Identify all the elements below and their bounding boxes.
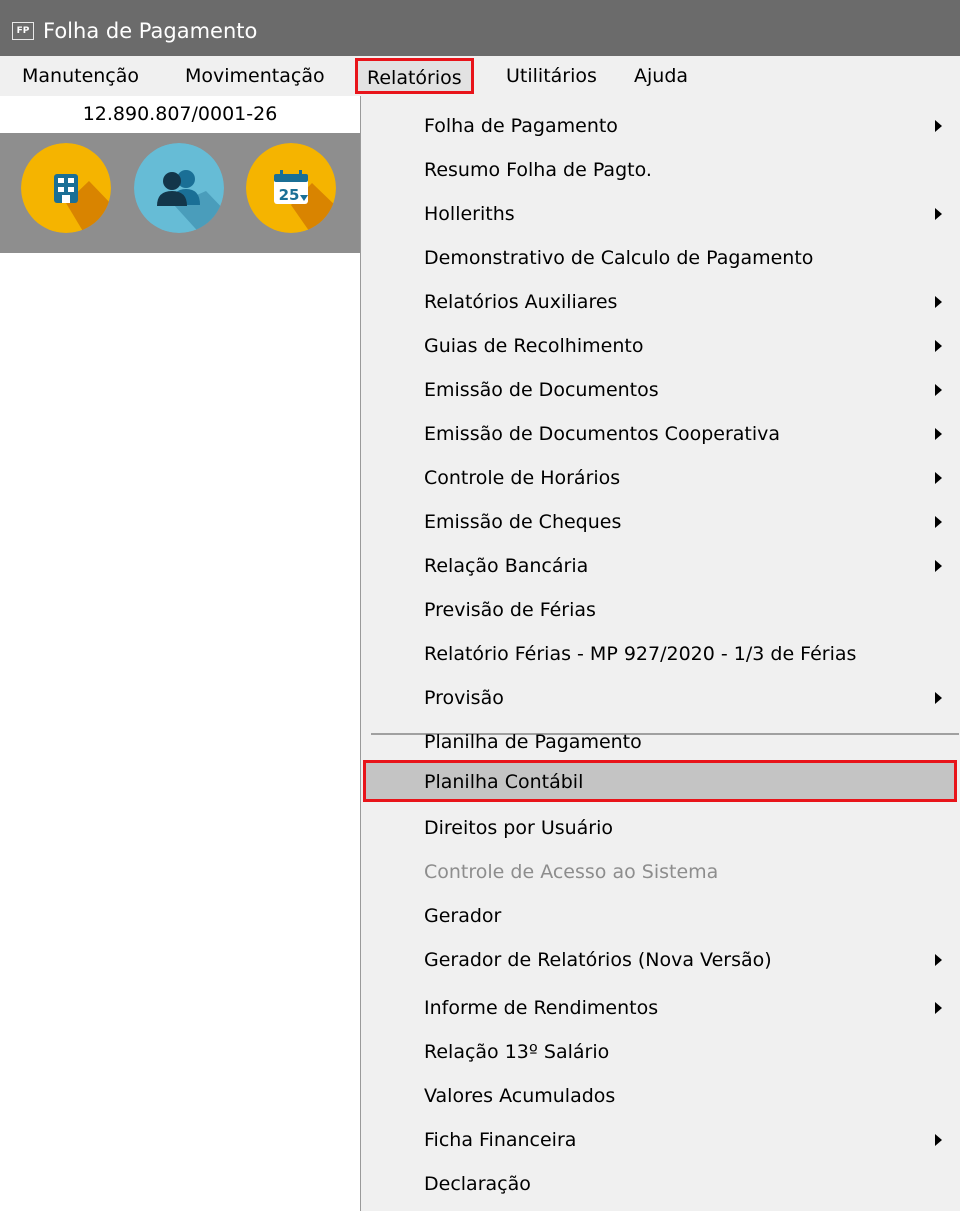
submenu-arrow-icon — [935, 384, 942, 396]
submenu-arrow-icon — [935, 296, 942, 308]
menu-item-ficha-financeira[interactable]: Ficha Financeira — [361, 1118, 960, 1162]
menu-item-guias-de-recolhimento[interactable]: Guias de Recolhimento — [361, 324, 960, 368]
window-title: Folha de Pagamento — [43, 19, 258, 43]
menu-item-label: Controle de Acesso ao Sistema — [424, 861, 719, 883]
submenu-arrow-icon — [935, 516, 942, 528]
submenu-arrow-icon — [935, 1134, 942, 1146]
menu-item-label: Provisão — [424, 687, 504, 709]
menu-item-relatorios-auxiliares[interactable]: Relatórios Auxiliares — [361, 280, 960, 324]
submenu-arrow-icon — [935, 340, 942, 352]
menu-item-label: Relatório Férias - MP 927/2020 - 1/3 de … — [424, 643, 857, 665]
menu-bar: Manutenção Movimentação Relatórios Utili… — [0, 56, 960, 96]
menu-manutencao[interactable]: Manutenção — [22, 56, 139, 96]
menu-item-previsao-de-ferias[interactable]: Previsão de Férias — [361, 588, 960, 632]
menu-item-direitos-por-usuario[interactable]: Direitos por Usuário — [361, 806, 960, 850]
menu-item-controle-de-acesso-ao-sistema: Controle de Acesso ao Sistema — [361, 850, 960, 894]
menu-item-relatorio-ferias-mp-927-2020-1-3-de-ferias[interactable]: Relatório Férias - MP 927/2020 - 1/3 de … — [361, 632, 960, 676]
submenu-arrow-icon — [935, 428, 942, 440]
menu-item-relacao-bancaria[interactable]: Relação Bancária — [361, 544, 960, 588]
calendar-button[interactable]: 25 — [246, 143, 336, 233]
app-icon: FP — [12, 22, 34, 40]
submenu-arrow-icon — [935, 120, 942, 132]
menu-item-label: Controle de Horários — [424, 467, 621, 489]
calendar-icon: 25 — [246, 143, 336, 233]
menu-item-label: Planilha de Pagamento — [424, 731, 642, 753]
menu-item-holleriths[interactable]: Holleriths — [361, 192, 960, 236]
menu-item-controle-de-horarios[interactable]: Controle de Horários — [361, 456, 960, 500]
employees-button[interactable] — [134, 143, 224, 233]
menu-item-relacao-13-salario[interactable]: Relação 13º Salário — [361, 1030, 960, 1074]
submenu-arrow-icon — [935, 560, 942, 572]
submenu-arrow-icon — [935, 472, 942, 484]
menu-item-label: Resumo Folha de Pagto. — [424, 159, 652, 181]
menu-ajuda[interactable]: Ajuda — [634, 56, 688, 96]
menu-item-declaracao[interactable]: Declaração — [361, 1162, 960, 1206]
menu-item-valores-acumulados[interactable]: Valores Acumulados — [361, 1074, 960, 1118]
menu-item-label: Previsão de Férias — [424, 599, 596, 621]
relatorios-dropdown: Folha de Pagamento Resumo Folha de Pagto.… — [360, 96, 960, 1211]
menu-item-label: Emissão de Cheques — [424, 511, 622, 533]
menu-item-folha-de-pagamento[interactable]: Folha de Pagamento — [361, 104, 960, 148]
menu-item-label: Gerador de Relatórios (Nova Versão) — [424, 949, 772, 971]
menu-item-label: Guias de Recolhimento — [424, 335, 644, 357]
shortcut-toolbar: 25 — [0, 133, 360, 253]
menu-item-label: Relatórios Auxiliares — [424, 291, 618, 313]
company-cnpj: 12.890.807/0001-26 — [0, 96, 360, 133]
title-bar: FP Folha de Pagamento — [0, 0, 960, 56]
menu-item-label: Emissão de Documentos — [424, 379, 659, 401]
menu-item-emissao-de-documentos[interactable]: Emissão de Documentos — [361, 368, 960, 412]
menu-item-label: Gerador — [424, 905, 502, 927]
menu-utilitarios[interactable]: Utilitários — [506, 56, 597, 96]
menu-item-demonstrativo-de-calculo-de-pagamento[interactable]: Demonstrativo de Calculo de Pagamento — [361, 236, 960, 280]
menu-item-gerador[interactable]: Gerador — [361, 894, 960, 938]
company-button[interactable] — [21, 143, 111, 233]
menu-item-label: Informe de Rendimentos — [424, 997, 659, 1019]
submenu-arrow-icon — [935, 692, 942, 704]
menu-item-resumo-folha-de-pagto[interactable]: Resumo Folha de Pagto. — [361, 148, 960, 192]
submenu-arrow-icon — [935, 1002, 942, 1014]
menu-item-planilha-de-pagamento[interactable]: Planilha de Pagamento — [361, 720, 960, 764]
menu-item-label: Ficha Financeira — [424, 1129, 577, 1151]
menu-relatorios[interactable]: Relatórios — [355, 58, 474, 94]
menu-item-label: Declaração — [424, 1173, 531, 1195]
menu-item-informe-de-rendimentos[interactable]: Informe de Rendimentos — [361, 986, 960, 1030]
menu-movimentacao[interactable]: Movimentação — [185, 56, 325, 96]
calendar-day: 25 — [279, 186, 300, 204]
menu-item-provisao[interactable]: Provisão — [361, 676, 960, 720]
menu-item-label: Valores Acumulados — [424, 1085, 616, 1107]
menu-item-gerador-de-relatorios-nova-versao[interactable]: Gerador de Relatórios (Nova Versão) — [361, 938, 960, 982]
users-icon — [134, 143, 224, 233]
submenu-arrow-icon — [935, 208, 942, 220]
menu-item-label: Folha de Pagamento — [424, 115, 618, 137]
menu-item-label: Emissão de Documentos Cooperativa — [424, 423, 781, 445]
menu-item-label: Direitos por Usuário — [424, 817, 614, 839]
building-icon — [21, 143, 111, 233]
menu-item-label: Holleriths — [424, 203, 515, 225]
submenu-arrow-icon — [935, 954, 942, 966]
menu-item-label: Relação 13º Salário — [424, 1041, 610, 1063]
menu-item-emissao-de-documentos-cooperativa[interactable]: Emissão de Documentos Cooperativa — [361, 412, 960, 456]
menu-item-label: Planilha Contábil — [424, 771, 584, 793]
menu-item-emissao-de-cheques[interactable]: Emissão de Cheques — [361, 500, 960, 544]
menu-item-label: Demonstrativo de Calculo de Pagamento — [424, 247, 814, 269]
menu-item-planilha-contabil[interactable]: Planilha Contábil — [363, 760, 957, 802]
menu-item-label: Relação Bancária — [424, 555, 589, 577]
